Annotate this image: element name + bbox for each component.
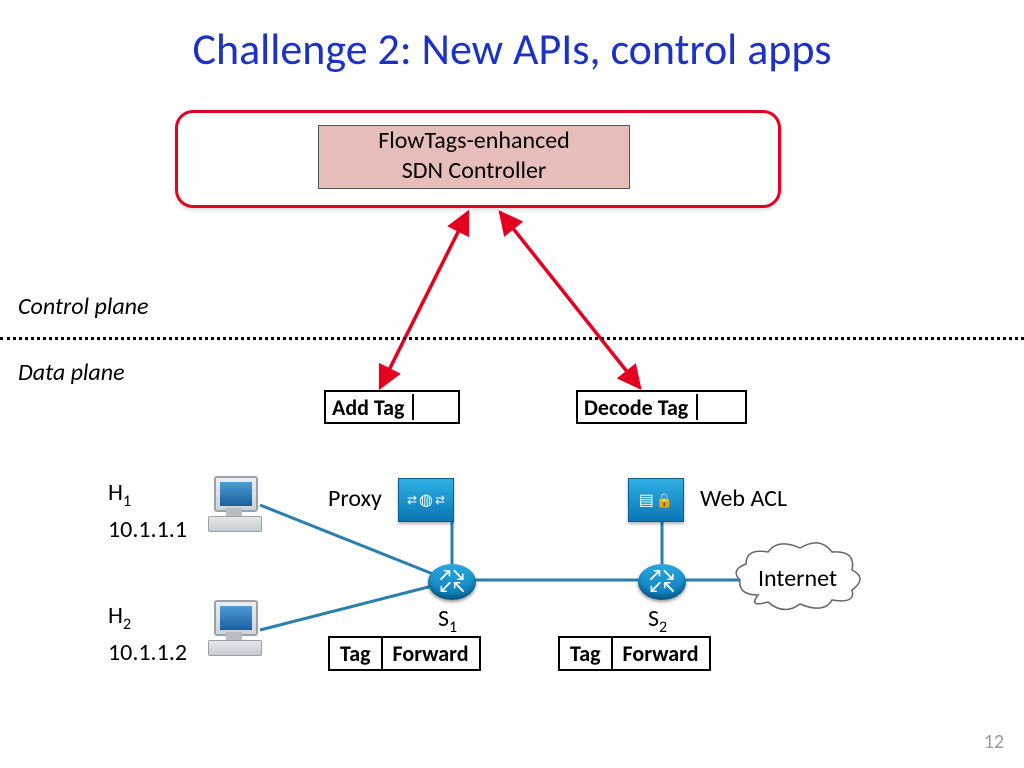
decode-tag-label: Decode Tag xyxy=(584,394,688,421)
s2-table-fwd: Forward xyxy=(613,638,709,669)
switch-s2-label: S2 xyxy=(648,604,667,637)
add-tag-label: Add Tag xyxy=(332,394,404,421)
controller-line2: SDN Controller xyxy=(402,156,547,185)
data-plane-label: Data plane xyxy=(18,358,125,387)
decode-tag-box: Decode Tag xyxy=(576,390,747,424)
plane-divider xyxy=(0,337,1024,340)
add-tag-stub xyxy=(412,394,434,420)
host1-label: H1 10.1.1.1 xyxy=(108,479,187,544)
page-number: 12 xyxy=(984,730,1004,754)
controller-line1: FlowTags-enhanced xyxy=(378,126,570,155)
add-tag-box: Add Tag xyxy=(324,390,460,424)
s2-table-tag: Tag xyxy=(560,638,613,669)
router-s1-icon: ↗↘↙↖ xyxy=(428,558,476,606)
router-s2-icon: ↗↘↙↖ xyxy=(638,558,686,606)
proxy-icon: ⇄◍⇄ xyxy=(398,478,454,522)
decode-tag-stub xyxy=(696,394,718,420)
s1-table: Tag Forward xyxy=(328,636,481,671)
switch-s1-label: S1 xyxy=(438,604,457,637)
slide-title: Challenge 2: New APIs, control apps xyxy=(0,22,1024,76)
s1-table-fwd: Forward xyxy=(383,638,479,669)
internet-label: Internet xyxy=(758,564,837,593)
control-plane-label: Control plane xyxy=(18,292,148,321)
s2-table: Tag Forward xyxy=(558,636,711,671)
controller-box: FlowTags-enhanced SDN Controller xyxy=(318,125,630,189)
s1-table-tag: Tag xyxy=(330,638,383,669)
host1-icon xyxy=(208,476,268,532)
internet-cloud: Internet xyxy=(728,540,858,610)
proxy-label: Proxy xyxy=(328,484,382,513)
host2-label: H2 10.1.1.2 xyxy=(108,602,187,667)
webacl-label: Web ACL xyxy=(700,484,787,513)
webacl-icon: ▤🔒 xyxy=(628,478,684,522)
host2-icon xyxy=(208,600,268,656)
